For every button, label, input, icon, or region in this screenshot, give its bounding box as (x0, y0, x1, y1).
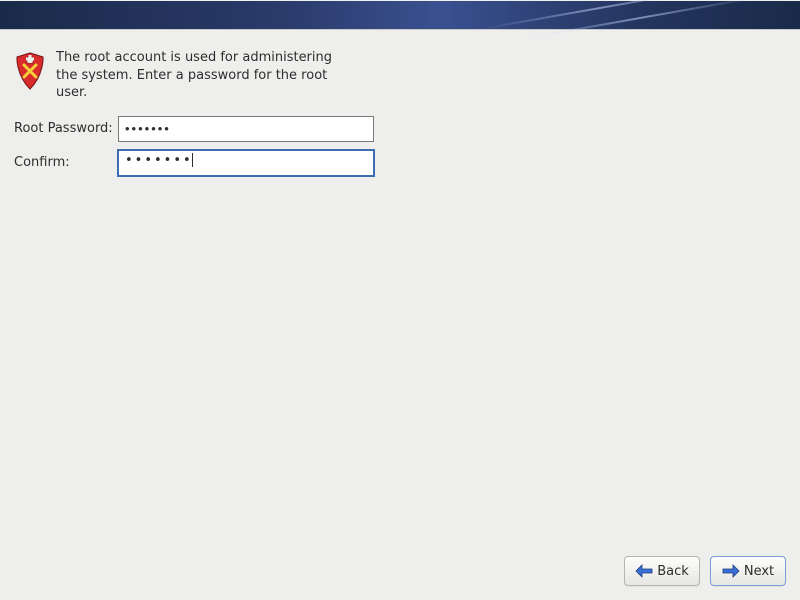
root-password-label: Root Password: (14, 121, 118, 136)
confirm-password-label: Confirm: (14, 155, 118, 170)
next-button-label: Next (744, 564, 774, 579)
shield-icon (14, 51, 46, 91)
intro-text: The root account is used for administeri… (56, 49, 346, 102)
navigation-button-bar: Back Next (624, 556, 786, 586)
confirm-password-value: ••••••• (125, 153, 193, 168)
intro-section: The root account is used for administeri… (14, 49, 786, 102)
back-button-label: Back (657, 564, 689, 579)
root-password-row: Root Password: (14, 116, 786, 142)
header-banner (0, 0, 800, 30)
main-content: The root account is used for administeri… (0, 30, 800, 176)
root-password-input[interactable] (118, 116, 374, 142)
next-button[interactable]: Next (710, 556, 786, 586)
arrow-right-icon (722, 564, 740, 578)
back-button[interactable]: Back (624, 556, 700, 586)
confirm-password-input[interactable]: ••••••• (118, 150, 374, 176)
arrow-left-icon (635, 564, 653, 578)
confirm-password-row: Confirm: ••••••• (14, 150, 786, 176)
text-cursor (192, 153, 193, 167)
